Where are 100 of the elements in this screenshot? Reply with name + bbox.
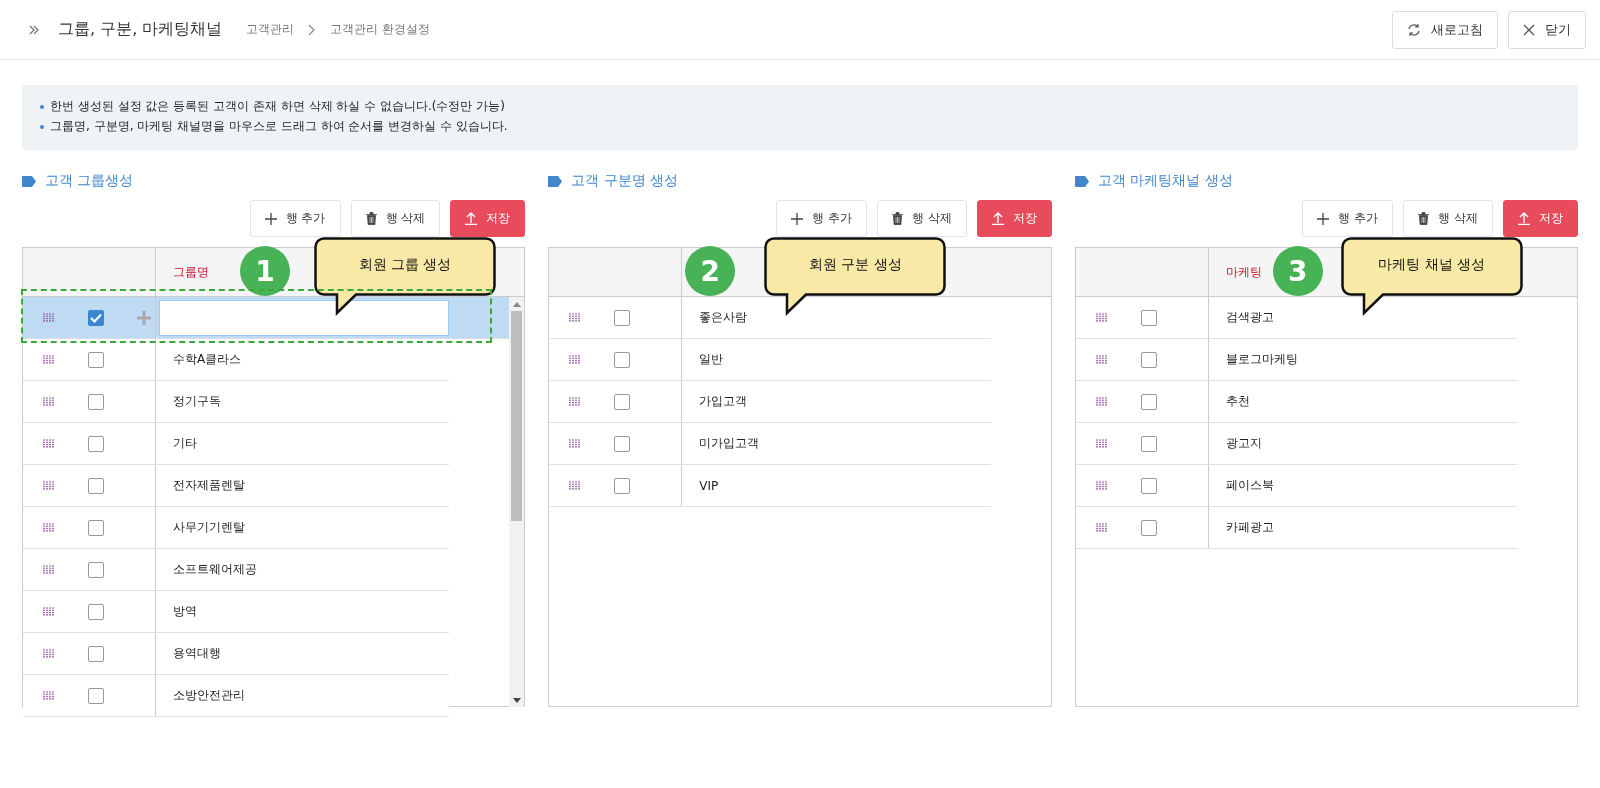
upload-icon <box>465 212 478 225</box>
drag-handle-icon[interactable] <box>43 439 54 448</box>
save-button[interactable]: 저장 <box>450 200 526 237</box>
plus-icon <box>1317 212 1330 225</box>
scrollbar[interactable] <box>509 297 525 707</box>
drag-handle-icon[interactable] <box>43 481 54 490</box>
callout-text: 회원 그룹 생성 <box>357 256 453 274</box>
checkbox[interactable] <box>614 435 631 452</box>
upload-icon <box>1518 212 1530 225</box>
refresh-button[interactable]: 새로고침 <box>1392 10 1498 49</box>
trash-icon <box>891 212 903 225</box>
drag-handle-icon[interactable] <box>43 355 54 364</box>
add-row-button[interactable]: 행 추가 <box>249 200 341 237</box>
drag-handle-icon[interactable] <box>1095 439 1107 448</box>
tag-icon <box>22 175 37 187</box>
table-cell: 수학A클라스 <box>173 351 242 368</box>
trash-icon <box>1418 212 1430 225</box>
plus-icon <box>264 212 277 225</box>
table-cell: 좋은사람 <box>699 309 748 326</box>
checkbox[interactable] <box>614 393 631 410</box>
drag-handle-icon[interactable] <box>1095 313 1107 322</box>
checkbox[interactable] <box>88 435 104 452</box>
drag-handle-icon[interactable] <box>569 397 581 406</box>
drag-handle-icon[interactable] <box>1095 397 1107 406</box>
delete-row-button[interactable]: 행 삭제 <box>876 200 967 237</box>
close-icon <box>1523 23 1535 36</box>
plus-icon[interactable] <box>137 310 151 325</box>
page-title: 그룹, 구분, 마케팅채널 <box>58 19 223 40</box>
chevron-right-icon <box>308 23 317 36</box>
column-header: 마케팅 <box>1225 263 1262 281</box>
checkbox[interactable] <box>88 351 104 368</box>
table-cell: 소프트웨어제공 <box>173 561 257 578</box>
drag-handle-icon[interactable] <box>43 565 54 574</box>
checkbox[interactable] <box>88 561 104 578</box>
drag-handle-icon[interactable] <box>43 649 54 658</box>
callout-text: 마케팅 채널 생성 <box>1377 256 1487 274</box>
delete-row-button[interactable]: 행 삭제 <box>350 200 441 237</box>
drag-handle-icon[interactable] <box>569 313 581 322</box>
table-cell: 광고지 <box>1225 435 1262 452</box>
table-cell: VIP <box>699 478 719 493</box>
delete-row-button[interactable]: 행 삭제 <box>1403 200 1493 237</box>
checkbox[interactable] <box>614 309 631 326</box>
table-cell: 카페광고 <box>1225 519 1274 536</box>
table-cell: 가입고객 <box>699 393 748 410</box>
drag-handle-icon[interactable] <box>1095 355 1107 364</box>
drag-handle-icon[interactable] <box>43 313 54 322</box>
tag-icon <box>548 175 564 187</box>
table-cell: 검색광고 <box>1225 309 1274 326</box>
upload-icon <box>991 212 1004 225</box>
notice-text: 한번 생성된 설정 값은 등록된 고객이 존재 하면 삭제 하실 수 없습니다.(수정만 가능) <box>50 98 505 115</box>
table-cell: 기타 <box>173 435 197 452</box>
add-row-button[interactable]: 행 추가 <box>776 200 867 237</box>
close-button[interactable]: 닫기 <box>1508 10 1586 49</box>
drag-handle-icon[interactable] <box>43 607 54 616</box>
refresh-icon <box>1407 22 1421 37</box>
table-cell: 전자제품렌탈 <box>173 477 245 494</box>
checkbox[interactable] <box>1140 435 1157 452</box>
drag-handle-icon[interactable] <box>1095 481 1107 490</box>
drag-handle-icon[interactable] <box>43 523 54 532</box>
table-cell: 사무기기렌탈 <box>173 519 245 536</box>
drag-handle-icon[interactable] <box>569 481 581 490</box>
drag-handle-icon[interactable] <box>569 355 581 364</box>
checkbox[interactable] <box>614 477 631 494</box>
checkbox[interactable] <box>88 645 104 662</box>
checkbox[interactable] <box>88 687 104 704</box>
checkbox[interactable] <box>88 603 104 620</box>
section-title: 고객 마케팅채널 생성 <box>1097 172 1233 190</box>
callout-text: 회원 구분 생성 <box>807 256 903 274</box>
table-cell: 방역 <box>173 603 197 620</box>
scroll-up-arrow-icon[interactable] <box>512 302 521 307</box>
notice-text: 그룹명, 구분명, 마케팅 채널명을 마우스로 드래그 하여 순서를 변경하실 수 있습니다. <box>50 118 508 135</box>
checkbox[interactable] <box>88 309 104 326</box>
checkbox[interactable] <box>1140 309 1157 326</box>
checkbox[interactable] <box>1140 351 1157 368</box>
save-button[interactable]: 저장 <box>976 200 1052 237</box>
checkbox[interactable] <box>614 351 631 368</box>
tag-icon <box>1074 175 1090 187</box>
table-cell: 추천 <box>1225 393 1250 410</box>
breadcrumb-item[interactable]: 고객관리 환경설정 <box>330 21 431 38</box>
input-field[interactable] <box>159 299 449 336</box>
checkbox[interactable] <box>1140 477 1157 494</box>
drag-handle-icon[interactable] <box>43 691 54 700</box>
table-cell: 미가입고객 <box>699 435 760 452</box>
scroll-down-arrow-icon[interactable] <box>512 698 521 703</box>
checkbox[interactable] <box>88 393 104 410</box>
double-chevron-icon[interactable] <box>28 23 40 36</box>
checkbox[interactable] <box>88 519 104 536</box>
breadcrumb-item[interactable]: 고객관리 <box>246 21 295 38</box>
drag-handle-icon[interactable] <box>1095 523 1107 532</box>
trash-icon <box>365 212 377 225</box>
drag-handle-icon[interactable] <box>569 439 581 448</box>
checkbox[interactable] <box>1140 519 1157 536</box>
checkbox[interactable] <box>1140 393 1157 410</box>
add-row-button[interactable]: 행 추가 <box>1302 200 1394 237</box>
table-cell: 정기구독 <box>173 393 221 410</box>
bullet-icon <box>40 124 44 129</box>
save-button[interactable]: 저장 <box>1503 200 1578 237</box>
drag-handle-icon[interactable] <box>43 397 54 406</box>
bullet-icon <box>40 104 44 109</box>
checkbox[interactable] <box>88 477 104 494</box>
